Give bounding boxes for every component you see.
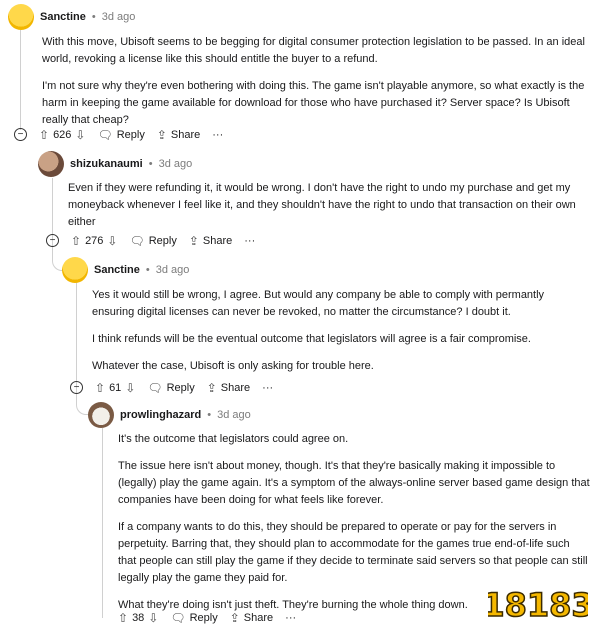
share-label: Share — [170, 128, 201, 141]
share-label: Share — [243, 612, 274, 624]
vote-group: ⇧ 61 ⇩ — [95, 382, 135, 394]
comment-2-actions: − ⇧ 276 ⇩ 🗨 Reply ⇪ Share ··· — [46, 234, 255, 247]
avatar[interactable] — [88, 402, 114, 428]
downvote-icon[interactable]: ⇩ — [148, 612, 158, 624]
downvote-icon[interactable]: ⇩ — [75, 129, 85, 141]
comment-paragraph: The issue here isn't about money, though… — [118, 460, 590, 506]
vote-group: ⇧ 626 ⇩ — [39, 129, 85, 141]
comment-paragraph: I think refunds will be the eventual out… — [92, 333, 531, 345]
thread-line-2 — [52, 178, 53, 234]
dot-separator: • — [148, 158, 153, 170]
comment-3-body: Yes it would still be wrong, I agree. Bu… — [92, 287, 586, 385]
comment-paragraph: With this move, Ubisoft seems to be begg… — [42, 36, 585, 65]
reply-button[interactable]: 🗨 Reply — [147, 382, 194, 394]
vote-group: ⇧ 38 ⇩ — [118, 612, 158, 624]
share-label: Share — [220, 381, 251, 394]
share-button[interactable]: ⇪ Share — [157, 129, 200, 141]
collapse-icon[interactable]: − — [70, 381, 83, 394]
downvote-icon[interactable]: ⇩ — [125, 382, 135, 394]
vote-group: ⇧ 276 ⇩ — [71, 235, 117, 247]
share-icon: ⇪ — [156, 127, 167, 142]
comment-2-body: Even if they were refunding it, it would… — [68, 180, 586, 241]
comment-1-header: Sanctine • 3d ago — [8, 4, 135, 30]
share-label: Share — [202, 234, 233, 247]
comment-1-actions: − ⇧ 626 ⇩ 🗨 Reply ⇪ Share ··· — [14, 128, 223, 141]
timestamp: 3d ago — [158, 158, 193, 170]
avatar[interactable] — [62, 257, 88, 283]
comment-2-header: shizukanaumi • 3d ago — [38, 151, 192, 177]
share-icon: ⇪ — [188, 233, 199, 248]
dot-separator: • — [145, 264, 150, 276]
share-icon: ⇪ — [229, 611, 240, 625]
more-options-button[interactable]: ··· — [244, 235, 255, 247]
upvote-icon[interactable]: ⇧ — [39, 129, 49, 141]
more-options-button[interactable]: ··· — [212, 129, 223, 141]
collapse-icon[interactable]: − — [14, 128, 27, 141]
username[interactable]: Sanctine — [40, 11, 86, 23]
upvote-icon[interactable]: ⇧ — [118, 612, 128, 624]
comment-paragraph: If a company wants to do this, they shou… — [118, 521, 588, 584]
reply-icon: 🗨 — [170, 611, 186, 625]
more-options-button[interactable]: ··· — [285, 612, 296, 624]
comment-3-actions: − ⇧ 61 ⇩ 🗨 Reply ⇪ Share ··· — [70, 381, 273, 394]
reply-label: Reply — [148, 234, 177, 247]
comment-paragraph: I'm not sure why they're even bothering … — [42, 80, 585, 126]
vote-count: 276 — [85, 234, 104, 247]
username[interactable]: shizukanaumi — [70, 158, 143, 170]
share-icon: ⇪ — [206, 380, 217, 395]
timestamp: 3d ago — [217, 409, 251, 421]
comment-3-header: Sanctine • 3d ago — [62, 257, 189, 283]
avatar[interactable] — [38, 151, 64, 177]
comment-paragraph: Whatever the case, Ubisoft is only askin… — [92, 360, 374, 372]
reply-button[interactable]: 🗨 Reply — [129, 235, 176, 247]
comment-paragraph: Even if they were refunding it, it would… — [68, 182, 576, 228]
reply-button[interactable]: 🗨 Reply — [97, 129, 144, 141]
vote-count: 38 — [132, 612, 145, 624]
reply-label: Reply — [116, 128, 145, 141]
reply-label: Reply — [166, 381, 195, 394]
comment-paragraph: It's the outcome that legislators could … — [118, 433, 349, 445]
thread-line-1 — [20, 30, 21, 130]
dot-separator: • — [207, 409, 212, 421]
reply-icon: 🗨 — [147, 380, 163, 395]
collapse-icon[interactable]: − — [46, 234, 59, 247]
vote-count: 626 — [53, 128, 72, 141]
thread-line-4 — [102, 428, 103, 618]
comment-paragraph: Yes it would still be wrong, I agree. Bu… — [92, 289, 545, 318]
comment-1-body: With this move, Ubisoft seems to be begg… — [42, 34, 590, 139]
share-button[interactable]: ⇪ Share — [207, 382, 250, 394]
more-options-button[interactable]: ··· — [262, 382, 273, 394]
vote-count: 61 — [109, 381, 122, 394]
downvote-icon[interactable]: ⇩ — [107, 235, 117, 247]
comment-4-actions: ⇧ 38 ⇩ 🗨 Reply ⇪ Share ··· — [118, 612, 296, 624]
timestamp: 3d ago — [101, 11, 136, 23]
reply-icon: 🗨 — [129, 233, 145, 248]
timestamp: 3d ago — [155, 264, 190, 276]
reply-icon: 🗨 — [97, 127, 113, 142]
username[interactable]: Sanctine — [94, 264, 140, 276]
username[interactable]: prowlinghazard — [120, 409, 201, 421]
comment-4-header: prowlinghazard • 3d ago — [88, 402, 251, 428]
upvote-icon[interactable]: ⇧ — [95, 382, 105, 394]
share-button[interactable]: ⇪ Share — [230, 612, 273, 624]
watermark-logo: 18183 — [488, 585, 588, 624]
upvote-icon[interactable]: ⇧ — [71, 235, 81, 247]
svg-text:18183: 18183 — [488, 586, 588, 624]
avatar[interactable] — [8, 4, 34, 30]
dot-separator: • — [91, 11, 96, 23]
share-button[interactable]: ⇪ Share — [189, 235, 232, 247]
reply-label: Reply — [189, 612, 218, 624]
reply-button[interactable]: 🗨 Reply — [170, 612, 217, 624]
thread-line-3 — [76, 282, 77, 378]
